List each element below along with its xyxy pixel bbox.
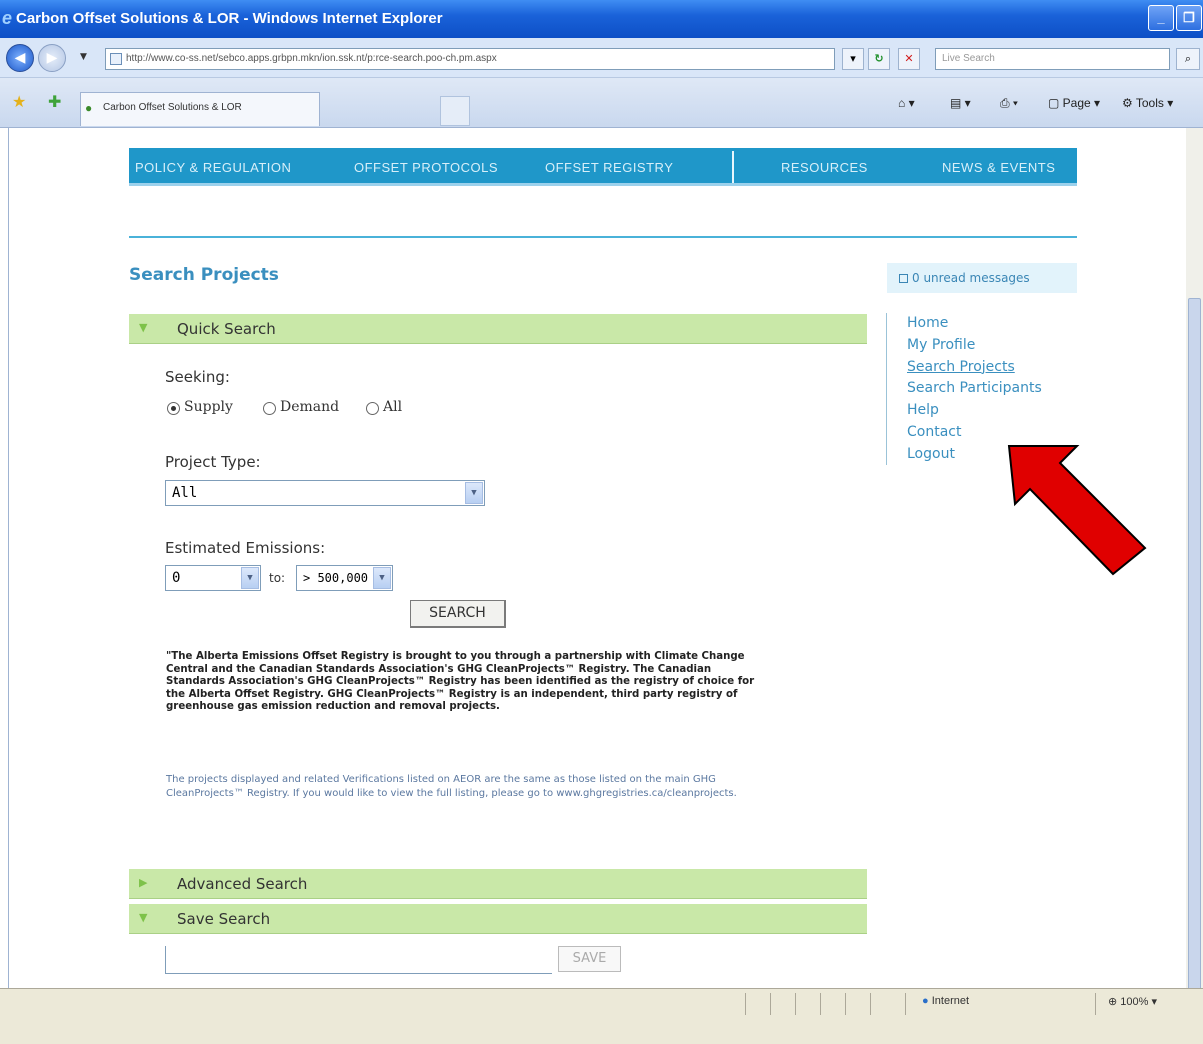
expanded-arrow-icon: ▼ xyxy=(139,321,148,334)
tab-site-icon: ● xyxy=(85,101,93,115)
window-title: Carbon Offset Solutions & LOR - Windows … xyxy=(16,10,443,27)
emissions-to-value: > 500,000 xyxy=(303,571,369,585)
sidebar-link-home[interactable]: Home xyxy=(907,313,1042,335)
stop-icon[interactable]: ✕ xyxy=(898,48,920,70)
quick-search-header[interactable]: ▼ Quick Search xyxy=(129,314,867,344)
window-title-bar: e Carbon Offset Solutions & LOR - Window… xyxy=(0,0,1203,38)
quick-search-label: Quick Search xyxy=(177,320,276,338)
expanded-arrow-icon: ▼ xyxy=(139,911,148,924)
feeds-icon[interactable]: ▤ ▾ xyxy=(950,96,971,110)
print-icon[interactable]: ⎙ ▾ xyxy=(1000,96,1018,111)
sidebar-link-contact[interactable]: Contact xyxy=(907,422,1042,444)
address-input[interactable]: http://www.co-ss.net/sebco.apps.grbpn.mk… xyxy=(105,48,835,70)
add-favorites-icon[interactable]: ✚ xyxy=(48,92,61,111)
page-menu[interactable]: ▢ Page ▾ xyxy=(1048,96,1100,110)
nav-news-events[interactable]: NEWS & EVENTS xyxy=(942,160,1055,175)
to-label: to: xyxy=(269,571,286,585)
envelope-icon xyxy=(899,274,908,283)
site-navigation: POLICY & REGULATION OFFSET PROTOCOLS OFF… xyxy=(129,148,1077,186)
project-type-select[interactable]: All ▼ xyxy=(165,480,485,506)
sidebar-link-my-profile[interactable]: My Profile xyxy=(907,335,1042,357)
emissions-from-value: 0 xyxy=(172,570,181,586)
page-icon xyxy=(110,53,122,65)
live-search-input[interactable]: Live Search xyxy=(935,48,1170,70)
minimize-icon[interactable]: _ xyxy=(1148,5,1174,31)
tools-menu-label: Tools xyxy=(1135,96,1164,110)
scrollbar-thumb[interactable] xyxy=(1188,298,1201,998)
red-annotation-arrow-icon xyxy=(1007,445,1147,576)
refresh-icon[interactable]: ↻ xyxy=(868,48,890,70)
nav-divider xyxy=(732,151,734,183)
zone-label: Internet xyxy=(931,995,970,1007)
estimated-emissions-label: Estimated Emissions: xyxy=(165,539,326,557)
address-dropdown-icon[interactable]: ▾ xyxy=(842,48,864,70)
radio-supply[interactable] xyxy=(167,402,180,415)
zoom-label: 100% xyxy=(1120,996,1149,1008)
save-search-label: Save Search xyxy=(177,910,271,928)
chevron-down-icon: ▼ xyxy=(373,567,391,589)
save-button[interactable]: SAVE xyxy=(558,946,621,972)
radio-all[interactable] xyxy=(366,402,379,415)
history-dropdown-icon[interactable]: ▼ xyxy=(80,52,87,62)
maximize-icon[interactable]: ❐ xyxy=(1176,5,1202,31)
radio-supply-label: Supply xyxy=(184,399,233,415)
header-divider xyxy=(129,236,1077,238)
search-button[interactable]: SEARCH xyxy=(410,600,506,628)
nav-policy-regulation[interactable]: POLICY & REGULATION xyxy=(135,160,291,175)
emissions-to-select[interactable]: > 500,000 ▼ xyxy=(296,565,393,591)
project-type-value: All xyxy=(172,485,198,501)
messages-box[interactable]: 0 unread messages xyxy=(887,263,1077,293)
save-search-header[interactable]: ▼ Save Search xyxy=(129,904,867,934)
nav-resources[interactable]: RESOURCES xyxy=(781,160,868,175)
collapsed-arrow-icon: ▶ xyxy=(139,876,148,889)
chevron-down-icon: ▼ xyxy=(465,482,483,504)
zoom-control[interactable]: ⊕ 100% ▾ xyxy=(1108,995,1157,1008)
seeking-label: Seeking: xyxy=(165,368,230,386)
radio-demand-label: Demand xyxy=(280,399,340,415)
command-bar: ★ ✚ ● Carbon Offset Solutions & LOR ⌂ ▾ … xyxy=(0,78,1203,128)
page-menu-label: Page xyxy=(1062,96,1091,110)
registry-description: "The Alberta Emissions Offset Registry i… xyxy=(166,651,755,712)
vertical-scrollbar[interactable] xyxy=(1186,128,1203,998)
emissions-from-select[interactable]: 0 ▼ xyxy=(165,565,261,591)
address-toolbar: ◀ ▶ ▼ http://www.co-ss.net/sebco.apps.gr… xyxy=(0,38,1203,78)
nav-offset-protocols[interactable]: OFFSET PROTOCOLS xyxy=(354,160,498,175)
favorites-star-icon[interactable]: ★ xyxy=(12,92,26,111)
forward-button[interactable]: ▶ xyxy=(38,44,66,72)
new-tab-button[interactable] xyxy=(440,96,470,126)
tab-label: Carbon Offset Solutions & LOR xyxy=(103,102,242,113)
search-icon[interactable]: ⌕ xyxy=(1176,48,1200,70)
save-search-input[interactable] xyxy=(165,946,552,974)
sidebar-link-search-participants[interactable]: Search Participants xyxy=(907,378,1042,400)
zoom-icon: ⊕ xyxy=(1108,996,1118,1008)
home-icon[interactable]: ⌂ ▾ xyxy=(898,96,915,110)
radio-all-label: All xyxy=(383,399,403,415)
nav-offset-registry[interactable]: OFFSET REGISTRY xyxy=(545,160,673,175)
ie-logo-icon: e xyxy=(2,8,13,28)
project-type-label: Project Type: xyxy=(165,453,261,471)
security-zone: ● Internet xyxy=(922,995,969,1007)
address-text: http://www.co-ss.net/sebco.apps.grbpn.mk… xyxy=(126,53,497,64)
advanced-search-header[interactable]: ▶ Advanced Search xyxy=(129,869,867,899)
sidebar-link-search-projects[interactable]: Search Projects xyxy=(907,357,1042,379)
messages-label: 0 unread messages xyxy=(912,271,1030,285)
chevron-down-icon: ▼ xyxy=(241,567,259,589)
tools-menu[interactable]: ⚙ Tools ▾ xyxy=(1122,96,1173,110)
back-button[interactable]: ◀ xyxy=(6,44,34,72)
globe-icon: ● xyxy=(922,995,929,1007)
sidebar-link-help[interactable]: Help xyxy=(907,400,1042,422)
registry-note: The projects displayed and related Verif… xyxy=(166,774,737,799)
browser-tab[interactable]: ● Carbon Offset Solutions & LOR xyxy=(80,92,320,126)
advanced-search-label: Advanced Search xyxy=(177,875,308,893)
radio-demand[interactable] xyxy=(263,402,276,415)
status-bar: ● Internet ⊕ 100% ▾ xyxy=(0,988,1203,1044)
page-title: Search Projects xyxy=(129,265,279,285)
